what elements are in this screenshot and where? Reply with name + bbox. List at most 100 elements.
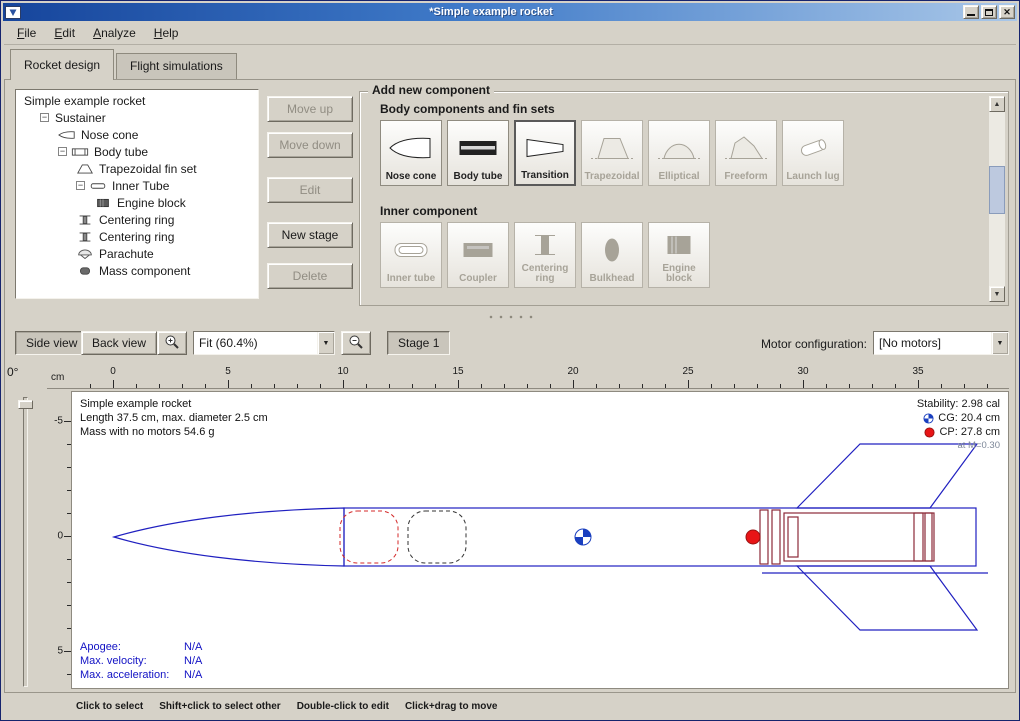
ruler-tick: [711, 384, 712, 388]
statusbar-hint: Shift+click to select other: [159, 701, 280, 712]
tree-collapse-icon[interactable]: −: [58, 147, 67, 156]
tree-item-centering-ring[interactable]: Centering ring: [18, 228, 256, 245]
ring-outline[interactable]: [914, 513, 923, 561]
add-transition-button[interactable]: Transition: [514, 120, 576, 186]
body-tube-outline[interactable]: [344, 508, 976, 566]
centering-ring-outline[interactable]: [760, 510, 768, 564]
menu-help[interactable]: Help: [145, 23, 188, 43]
zoom-select[interactable]: Fit (60.4%) ▼: [193, 331, 335, 355]
tree-collapse-icon[interactable]: −: [40, 113, 49, 122]
splitter-dots-icon: [486, 315, 536, 319]
close-button[interactable]: ✕: [999, 5, 1015, 19]
nose-cone-outline[interactable]: [114, 508, 344, 566]
fin-bottom[interactable]: [797, 566, 977, 630]
ruler-tick: [343, 380, 344, 388]
component-button-label: Launch lug: [786, 172, 839, 182]
parachute-outline[interactable]: [340, 511, 398, 563]
ring-outline[interactable]: [925, 513, 934, 561]
ruler-tick: [297, 384, 298, 388]
flight-data-row: Max. velocity:N/A: [80, 654, 202, 668]
move-down-button: Move down: [267, 132, 353, 158]
ruler-tick: [159, 384, 160, 388]
rocket-canvas[interactable]: Simple example rocketLength 37.5 cm, max…: [71, 391, 1009, 689]
tree-item-label: Inner Tube: [110, 179, 171, 193]
minimize-icon: [967, 14, 975, 16]
add-body-tube-button[interactable]: Body tube: [447, 120, 509, 186]
tree-item-label: Simple example rocket: [22, 94, 147, 108]
tree-item-simple-example-rocket[interactable]: Simple example rocket: [18, 92, 256, 109]
tree-item-inner-tube[interactable]: − Inner Tube: [18, 177, 256, 194]
splitter-handle[interactable]: [4, 307, 1018, 327]
tree-collapse-icon[interactable]: −: [76, 181, 85, 190]
centering-ring-icon: [76, 214, 97, 226]
ruler-tick: [642, 384, 643, 388]
menu-file[interactable]: File: [8, 23, 45, 43]
fin-elliptical-icon: [656, 124, 702, 172]
rocket-info-line: Length 37.5 cm, max. diameter 2.5 cm: [80, 411, 268, 425]
titlebar[interactable]: *Simple example rocket ✕: [3, 3, 1017, 21]
inner-tube-outline[interactable]: [784, 513, 932, 561]
engine-block-outline[interactable]: [788, 517, 798, 557]
rotation-control: 0°: [5, 363, 45, 689]
new-stage-button[interactable]: New stage: [267, 222, 353, 248]
menu-analyze[interactable]: Analyze: [84, 23, 145, 43]
dropdown-arrow-icon[interactable]: ▼: [991, 332, 1008, 354]
component-tree[interactable]: Simple example rocket−SustainerNose cone…: [15, 89, 259, 299]
ruler-tick: [389, 384, 390, 388]
ruler-label: 5: [57, 646, 63, 657]
ruler-tick: [872, 384, 873, 388]
component-button-label: Coupler: [459, 274, 497, 284]
tab-rocket-design[interactable]: Rocket design: [10, 49, 114, 80]
back-view-button[interactable]: Back view: [81, 331, 157, 355]
fin-freeform-icon: [723, 124, 769, 172]
move-up-button: Move up: [267, 96, 353, 122]
tree-item-sustainer[interactable]: −Sustainer: [18, 109, 256, 126]
zoom-in-icon: [164, 334, 180, 350]
stage-1-toggle[interactable]: Stage 1: [387, 331, 450, 355]
motor-configuration-select[interactable]: [No motors] ▼: [873, 331, 1009, 355]
ruler-label: -5: [54, 416, 63, 427]
ruler-tick: [366, 384, 367, 388]
mass-component-outline[interactable]: [408, 511, 466, 563]
mass-icon: [76, 265, 97, 277]
component-button-label: Trapezoidal: [584, 172, 639, 182]
tree-item-label: Trapezoidal fin set: [97, 162, 199, 176]
bulkhead-icon: [589, 226, 635, 274]
add-trapezoidal-button: Trapezoidal: [581, 120, 643, 186]
statusbar-hint: Click+drag to move: [405, 701, 498, 712]
rotation-slider-handle[interactable]: [18, 400, 33, 409]
menu-edit[interactable]: Edit: [45, 23, 84, 43]
component-scrollbar[interactable]: ▲ ▼: [989, 96, 1005, 302]
minimize-button[interactable]: [963, 5, 979, 19]
component-button-label: Bulkhead: [589, 274, 634, 284]
add-nose-cone-button[interactable]: Nose cone: [380, 120, 442, 186]
statusbar-hint: Double-click to edit: [297, 701, 389, 712]
scroll-down-arrow-icon[interactable]: ▼: [989, 286, 1005, 302]
maximize-button[interactable]: [981, 5, 997, 19]
tree-item-mass-component[interactable]: Mass component: [18, 262, 256, 279]
delete-button: Delete: [267, 263, 353, 289]
tree-item-engine-block[interactable]: Engine block: [18, 194, 256, 211]
tree-item-body-tube[interactable]: −Body tube: [18, 143, 256, 160]
fin-top[interactable]: [797, 444, 977, 508]
dropdown-arrow-icon[interactable]: ▼: [317, 332, 334, 354]
tree-item-centering-ring[interactable]: Centering ring: [18, 211, 256, 228]
centering-ring-outline[interactable]: [772, 510, 780, 564]
ruler-tick: [504, 384, 505, 388]
view-toolbar: Side view Back view Fit (60.4%) ▼ Stage …: [1, 329, 1020, 359]
scrollbar-thumb[interactable]: [989, 166, 1005, 214]
side-view-button[interactable]: Side view: [15, 331, 88, 355]
tree-item-parachute[interactable]: Parachute: [18, 245, 256, 262]
scroll-up-arrow-icon[interactable]: ▲: [989, 96, 1005, 112]
tab-flight-simulations[interactable]: Flight simulations: [116, 53, 237, 79]
zoom-in-button[interactable]: [157, 331, 187, 355]
zoom-out-button[interactable]: [341, 331, 371, 355]
ruler-label: 10: [337, 366, 348, 377]
app-icon[interactable]: [5, 6, 21, 19]
section-body-components-label: Body components and fin sets: [380, 102, 555, 116]
transition-icon: [522, 125, 568, 171]
cg-symbol: [575, 529, 591, 545]
tree-item-nose-cone[interactable]: Nose cone: [18, 126, 256, 143]
tree-item-trapezoidal-fin-set[interactable]: Trapezoidal fin set: [18, 160, 256, 177]
rotation-slider[interactable]: [23, 397, 28, 687]
